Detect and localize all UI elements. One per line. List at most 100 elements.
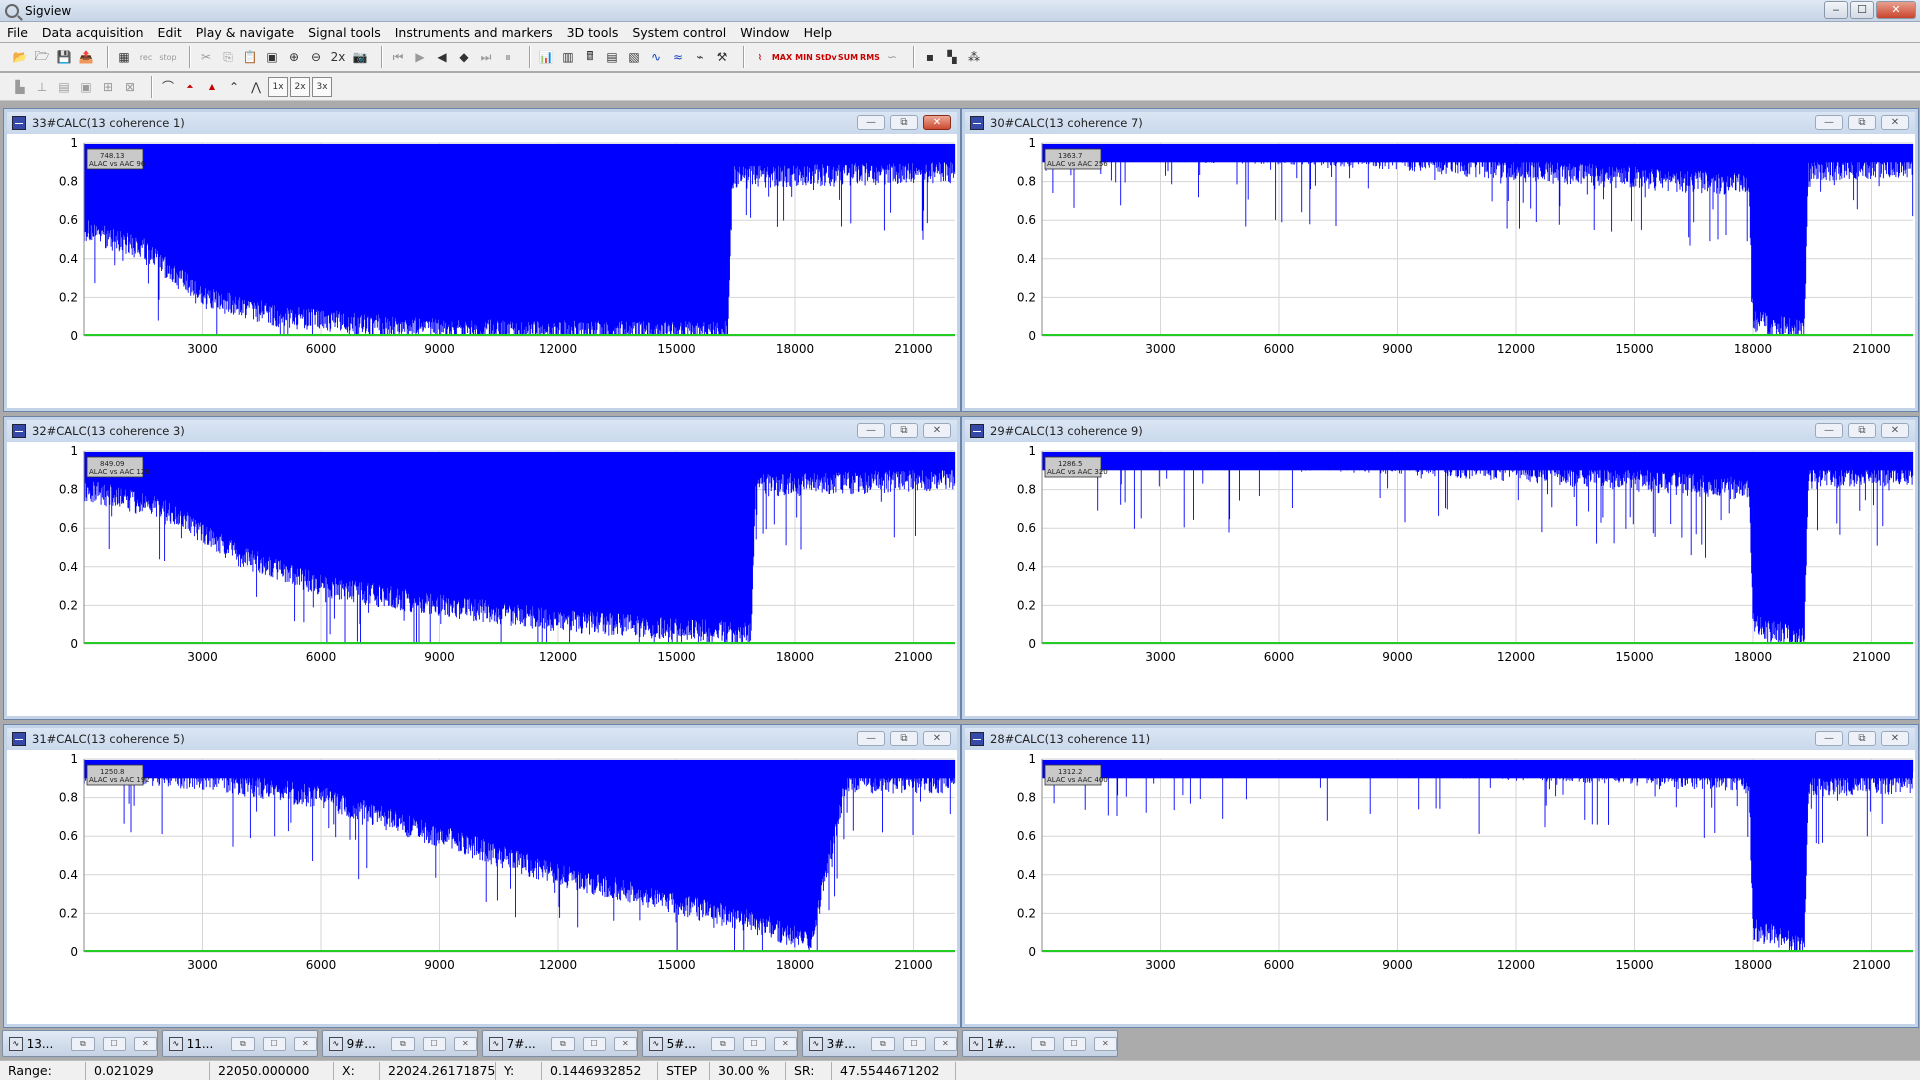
menu-play-navigate[interactable]: Play & navigate — [189, 25, 301, 40]
maximize-icon[interactable]: ☐ — [1062, 1036, 1086, 1051]
tile-horizontal-icon[interactable]: ▪ — [920, 47, 940, 67]
window-close-button[interactable]: ✕ — [923, 423, 951, 438]
minimized-window[interactable]: ∿ 1#... ⧉ ☐ ✕ — [962, 1030, 1118, 1057]
maximize-icon[interactable]: ☐ — [742, 1036, 766, 1051]
restore-icon[interactable]: ⧉ — [871, 1036, 895, 1051]
chart-window-titlebar[interactable]: 29#CALC(13 coherence 9) — ⧉ ✕ — [965, 420, 1915, 442]
coherence-plot[interactable]: 1 0.8 0.6 0.4 0.2 0 3000 6000 9000 12000 15000 1800… — [8, 443, 958, 717]
window-close-button[interactable]: ✕ — [1881, 423, 1909, 438]
rms-marker-button[interactable]: RMS — [860, 47, 880, 67]
cursor-marker[interactable]: 1363.7ALAC vs AAC 256 — [1044, 148, 1108, 170]
maximize-window-button[interactable]: ☐ — [1850, 1, 1874, 19]
window-minimize-button[interactable]: — — [1815, 731, 1843, 746]
marker-icon[interactable]: ⌇ — [750, 47, 770, 67]
window-minimize-button[interactable]: — — [857, 423, 885, 438]
chart-window[interactable]: 30#CALC(13 coherence 7) — ⧉ ✕ 1 0.8 0.6 0.4… — [961, 108, 1919, 412]
sum-marker-button[interactable]: SUM — [838, 47, 858, 67]
window-close-button[interactable]: ✕ — [1881, 115, 1909, 130]
maximize-icon[interactable]: ☐ — [902, 1036, 926, 1051]
menu-system-control[interactable]: System control — [625, 25, 733, 40]
maximize-icon[interactable]: ☐ — [582, 1036, 606, 1051]
restore-icon[interactable]: ⧉ — [231, 1036, 255, 1051]
window-restore-button[interactable]: ⧉ — [1848, 115, 1876, 130]
coherence-plot[interactable]: 1 0.8 0.6 0.4 0.2 0 3000 6000 9000 12000 15000 1800… — [966, 135, 1916, 409]
filter-icon[interactable]: ≈ — [668, 47, 688, 67]
camera-icon[interactable]: 📷 — [350, 47, 370, 67]
scale-2x-button[interactable]: 2x — [290, 76, 310, 97]
chart-window[interactable]: 29#CALC(13 coherence 9) — ⧉ ✕ 1 0.8 0.6 0.4… — [961, 416, 1919, 720]
cursor-marker[interactable]: 1250.8ALAC vs AAC 192 — [86, 764, 150, 786]
window-triangle-icon[interactable]: ▲ — [202, 77, 222, 97]
chart-window-titlebar[interactable]: 31#CALC(13 coherence 5) — ⧉ ✕ — [7, 728, 957, 750]
cursor-marker[interactable]: 1312.2ALAC vs AAC 400 — [1044, 764, 1108, 786]
close-window-button[interactable]: ✕ — [1876, 1, 1916, 19]
bar-view-icon[interactable]: ▙ — [10, 77, 30, 97]
menu-help[interactable]: Help — [797, 25, 840, 40]
open-folder-icon[interactable]: 📂 — [10, 47, 30, 67]
chart-window-titlebar[interactable]: 33#CALC(13 coherence 1) — ⧉ ✕ — [7, 112, 957, 134]
menu-signal-tools[interactable]: Signal tools — [301, 25, 388, 40]
open-recent-icon[interactable]: 🗁 — [32, 47, 52, 67]
curve-icon[interactable]: ∽ — [882, 47, 902, 67]
scale-3x-button[interactable]: 3x — [312, 76, 332, 97]
coherence-plot[interactable]: 1 0.8 0.6 0.4 0.2 0 3000 6000 9000 12000 15000 1800… — [8, 751, 958, 1025]
menu-window[interactable]: Window — [733, 25, 796, 40]
menu-3d-tools[interactable]: 3D tools — [560, 25, 626, 40]
maximize-icon[interactable]: ☐ — [422, 1036, 446, 1051]
window-minimize-button[interactable]: — — [1815, 115, 1843, 130]
window-rect-icon[interactable]: ⌒ — [158, 77, 178, 97]
tile-vertical-icon[interactable]: ▚ — [942, 47, 962, 67]
max-marker-button[interactable]: MAX — [772, 47, 792, 67]
acquisition-icon[interactable]: ▦ — [114, 47, 134, 67]
step-back-icon[interactable]: ◀ — [432, 47, 452, 67]
window-restore-button[interactable]: ⧉ — [890, 423, 918, 438]
minimized-window[interactable]: ∿ 9#... ⧉ ☐ ✕ — [322, 1030, 478, 1057]
restore-icon[interactable]: ⧉ — [1031, 1036, 1055, 1051]
chart-window-titlebar[interactable]: 28#CALC(13 coherence 11) — ⧉ ✕ — [965, 728, 1915, 750]
close-icon[interactable]: ✕ — [773, 1036, 797, 1051]
window-hamming-icon[interactable]: ⌃ — [224, 77, 244, 97]
window-restore-button[interactable]: ⧉ — [890, 731, 918, 746]
cursor-marker[interactable]: 748.13ALAC vs AAC 96 — [86, 148, 146, 170]
close-icon[interactable]: ✕ — [933, 1036, 957, 1051]
close-icon[interactable]: ✕ — [453, 1036, 477, 1051]
close-icon[interactable]: ✕ — [133, 1036, 157, 1051]
chart-window[interactable]: 31#CALC(13 coherence 5) — ⧉ ✕ 1 0.8 0.6 0.4… — [3, 724, 961, 1028]
calculator-icon[interactable]: 🖩 — [580, 47, 600, 67]
spectrum-icon[interactable]: 📊 — [536, 47, 556, 67]
menu-data-acquisition[interactable]: Data acquisition — [35, 25, 151, 40]
window-restore-button[interactable]: ⧉ — [1848, 423, 1876, 438]
zoom-out-icon[interactable]: ⊖ — [306, 47, 326, 67]
minimized-window[interactable]: ∿ 11... ⧉ ☐ ✕ — [162, 1030, 318, 1057]
chart-window-titlebar[interactable]: 32#CALC(13 coherence 3) — ⧉ ✕ — [7, 420, 957, 442]
coherence-plot[interactable]: 1 0.8 0.6 0.4 0.2 0 3000 6000 9000 12000 15000 1800… — [8, 135, 958, 409]
menu-edit[interactable]: Edit — [151, 25, 189, 40]
window-hann-icon[interactable]: ⏶ — [180, 77, 200, 97]
stdev-marker-button[interactable]: StDv — [815, 47, 836, 67]
maximize-icon[interactable]: ☐ — [262, 1036, 286, 1051]
save-icon[interactable]: 💾 — [54, 47, 74, 67]
window-close-button[interactable]: ✕ — [923, 731, 951, 746]
minimized-window[interactable]: ∿ 5#... ⧉ ☐ ✕ — [642, 1030, 798, 1057]
fit-x-icon[interactable]: ⊞ — [98, 77, 118, 97]
paste-icon[interactable]: 📋 — [240, 47, 260, 67]
chart-window[interactable]: 33#CALC(13 coherence 1) — ⧉ ✕ 1 0.8 0.6 0.4… — [3, 108, 961, 412]
close-icon[interactable]: ✕ — [1093, 1036, 1117, 1051]
cursor-marker[interactable]: 849.09ALAC vs AAC 128 — [86, 456, 150, 478]
window-restore-button[interactable]: ⧉ — [890, 115, 918, 130]
close-icon[interactable]: ✕ — [293, 1036, 317, 1051]
stop-button[interactable]: stop — [158, 47, 178, 67]
image-icon[interactable]: ▣ — [262, 47, 282, 67]
cut-icon[interactable]: ✂ — [196, 47, 216, 67]
cascade-icon[interactable]: ⁂ — [964, 47, 984, 67]
window-blackman-icon[interactable]: ⋀ — [246, 77, 266, 97]
step-forward-icon[interactable]: ◆ — [454, 47, 474, 67]
go-start-icon[interactable]: ⏮ — [388, 47, 408, 67]
minimized-window[interactable]: ∿ 3#... ⧉ ☐ ✕ — [802, 1030, 958, 1057]
fit-all-icon[interactable]: ⊠ — [120, 77, 140, 97]
scale-1x-button[interactable]: 1x — [268, 76, 288, 97]
pause-icon[interactable]: ⏸ — [498, 47, 518, 67]
histogram-icon[interactable]: ▤ — [602, 47, 622, 67]
cursor-marker[interactable]: 1286.5ALAC vs AAC 320 — [1044, 456, 1108, 478]
restore-icon[interactable]: ⧉ — [391, 1036, 415, 1051]
